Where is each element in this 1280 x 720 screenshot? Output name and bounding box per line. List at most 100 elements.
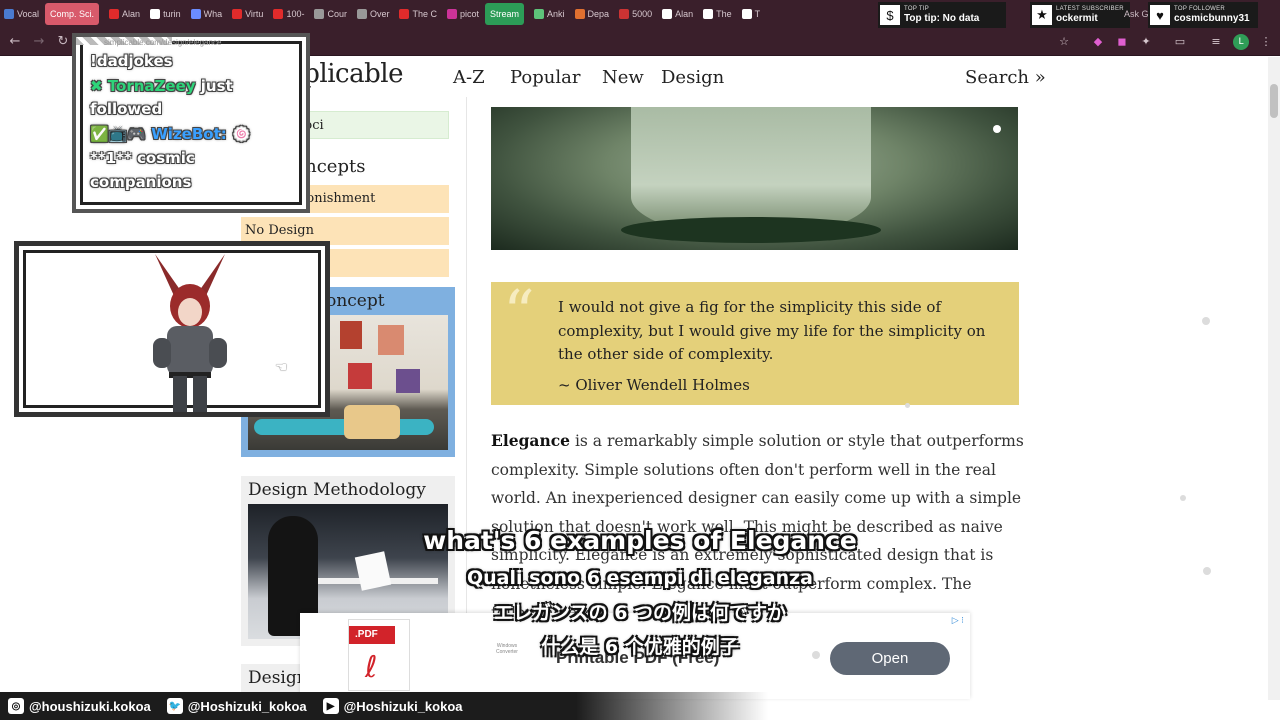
browser-tab[interactable]: Depa: [571, 3, 614, 25]
nav-a-z[interactable]: A-Z: [453, 67, 485, 88]
browser-tab[interactable]: Alan: [658, 3, 697, 25]
chat-text: 🍥: [226, 125, 251, 143]
top-follower-value: cosmicbunny31: [1174, 13, 1250, 24]
twitter-icon: 🐦: [166, 698, 183, 714]
forward-icon[interactable]: →: [30, 33, 48, 51]
address-url[interactable]: simplicable.com/design/elegance: [104, 38, 221, 47]
tab-label: The: [716, 9, 732, 19]
chat-username: TornaZeey: [107, 77, 196, 95]
chat-text: just: [195, 77, 233, 95]
media-icon[interactable]: ≡: [1208, 34, 1224, 50]
browser-tab[interactable]: Vocal: [0, 3, 43, 25]
tab-label: Alan: [122, 9, 141, 19]
nav-new[interactable]: New: [602, 67, 644, 88]
browser-tab[interactable]: Wha: [187, 3, 227, 25]
chat-message: ✅📺🎮 WizeBot: 🍥: [90, 125, 251, 143]
browser-tab[interactable]: 5000: [615, 3, 656, 25]
back-icon[interactable]: ←: [6, 33, 24, 51]
browser-tab[interactable]: Virtu: [228, 3, 267, 25]
chat-text: companions: [90, 173, 192, 191]
browser-tab[interactable]: picot: [443, 3, 483, 25]
browser-tab[interactable]: Comp. Sci.: [45, 3, 100, 25]
chat-text: **1** cosmic: [90, 149, 195, 167]
vtuber-avatar: [153, 254, 227, 412]
browser-tab[interactable]: turin: [146, 3, 185, 25]
chat-message: companions: [90, 173, 191, 191]
browser-tab[interactable]: Over: [353, 3, 394, 25]
chat-username: WizeBot:: [151, 125, 227, 143]
browser-tab[interactable]: Alan: [105, 3, 144, 25]
social-handle: ▶ @Hoshizuki_kokoa: [322, 698, 463, 714]
menu-kebab-icon[interactable]: ⋮: [1258, 34, 1274, 50]
extension-2-icon[interactable]: ◼: [1114, 34, 1130, 50]
hero-painting-image: [491, 107, 1018, 250]
social-handle: 🐦 @Hoshizuki_kokoa: [166, 698, 307, 714]
tab-label: Comp. Sci.: [50, 9, 95, 19]
quote-block: “ I would not give a fig for the simplic…: [491, 276, 1019, 405]
tab-favicon-icon: [273, 9, 284, 19]
browser-tab[interactable]: 100-: [269, 3, 308, 25]
tab-label: Virtu: [245, 9, 264, 19]
browser-tab[interactable]: Cour: [310, 3, 351, 25]
scrollbar-thumb[interactable]: [1270, 84, 1278, 118]
tab-favicon-icon: [109, 9, 120, 19]
tab-favicon-icon: [574, 9, 585, 19]
tab-favicon-icon: [399, 9, 410, 19]
puzzle-icon[interactable]: ✦: [1138, 34, 1154, 50]
tab-label: picot: [460, 9, 480, 19]
browser-tab[interactable]: The: [699, 3, 736, 25]
youtube-icon: ▶: [322, 698, 339, 714]
tab-favicon-icon: [619, 9, 630, 19]
tab-ask[interactable]: Ask G: [1124, 9, 1149, 19]
tab-label: Over: [369, 9, 390, 19]
chat-badge-icons: ✖: [90, 77, 108, 95]
chat-message: ✖ TornaZeey just: [90, 77, 233, 95]
top-tip-label: TOP TIP: [904, 6, 930, 12]
top-follower-widget: ♥ TOP FOLLOWER cosmicbunny31: [1148, 2, 1258, 28]
subtitle-japanese: エレガンスの 6 つの例は何ですか: [493, 602, 787, 624]
quote-text: I would not give a fig for the simplicit…: [558, 298, 986, 363]
term-elegance: Elegance: [491, 431, 571, 450]
browser-tab[interactable]: Anki: [530, 3, 569, 25]
tab-label: Anki: [547, 9, 565, 19]
chat-text: !dadjokes: [90, 52, 173, 70]
tab-label: Wha: [203, 9, 223, 19]
tab-label: 100-: [286, 9, 305, 19]
reload-icon[interactable]: ↻: [54, 33, 72, 51]
bookmark-star-icon[interactable]: ☆: [1056, 34, 1072, 50]
top-tip-widget: $ TOP TIP Top tip: No data: [878, 2, 1006, 28]
tab-favicon-icon: [356, 9, 367, 19]
star-icon: ★: [1032, 5, 1052, 25]
nav-design[interactable]: Design: [661, 67, 724, 88]
profile-avatar-icon[interactable]: L: [1233, 34, 1249, 50]
heart-icon: ♥: [1150, 5, 1170, 25]
browser-tab[interactable]: Stream: [485, 3, 525, 25]
social-handle-text: @houshizuki.kokoa: [29, 698, 151, 714]
social-handle-text: @Hoshizuki_kokoa: [343, 698, 463, 714]
chat-message: **1** cosmic: [90, 149, 195, 167]
browser-tab[interactable]: T: [738, 3, 765, 25]
money-bag-icon: $: [880, 5, 900, 25]
tab-favicon-icon: [447, 9, 457, 19]
nav-search[interactable]: Search »: [965, 67, 1046, 88]
card-title: Design Methodology: [248, 480, 426, 500]
sidepanel-icon[interactable]: ▭: [1172, 34, 1188, 50]
quote-mark-icon: “: [503, 276, 535, 349]
tab-label: Stream: [490, 9, 520, 19]
chat-message: followed: [90, 100, 162, 118]
tab-label: The C: [412, 9, 437, 19]
latest-subscriber-value: ockermit: [1056, 13, 1098, 24]
top-tip-value: Top tip: No data: [904, 13, 980, 24]
browser-tab[interactable]: The C: [395, 3, 441, 25]
tab-favicon-icon: [703, 9, 714, 19]
tab-favicon-icon: [314, 9, 325, 19]
chat-badge-icons: ✅📺🎮: [90, 125, 152, 143]
extension-icon[interactable]: ◆: [1090, 34, 1106, 50]
mouse-cursor-icon: ☚: [275, 360, 288, 376]
nav-popular[interactable]: Popular: [510, 67, 580, 88]
tab-favicon-icon: [4, 9, 14, 19]
vtuber-camera-frame: [14, 241, 330, 417]
subtitle-chinese: 什么是 6 个优雅的例子: [541, 636, 739, 658]
painting-hem: [621, 217, 881, 243]
tab-label: turin: [163, 9, 181, 19]
